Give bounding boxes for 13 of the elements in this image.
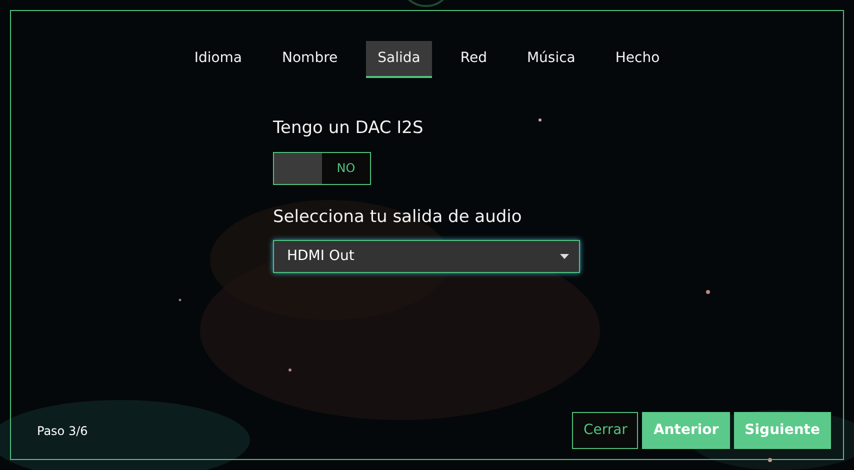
output-select[interactable]: HDMI Out [273, 240, 580, 273]
field-label: Selecciona tu salida de audio [273, 206, 523, 228]
tab[interactable]: Hecho [603, 41, 672, 78]
toggle-switch[interactable]: NO [273, 152, 371, 184]
field-label: Tengo un DAC I2S [273, 117, 424, 140]
tab[interactable]: Red [448, 41, 499, 78]
tab[interactable]: Salida [366, 41, 432, 78]
caret-icon [560, 254, 569, 259]
tab[interactable]: Idioma [182, 41, 254, 78]
tab[interactable]: Nombre [270, 41, 350, 78]
step-indicator: Paso 3/6 [37, 422, 88, 440]
tab[interactable]: Música [514, 41, 588, 78]
close-button[interactable]: Cerrar [572, 412, 638, 449]
